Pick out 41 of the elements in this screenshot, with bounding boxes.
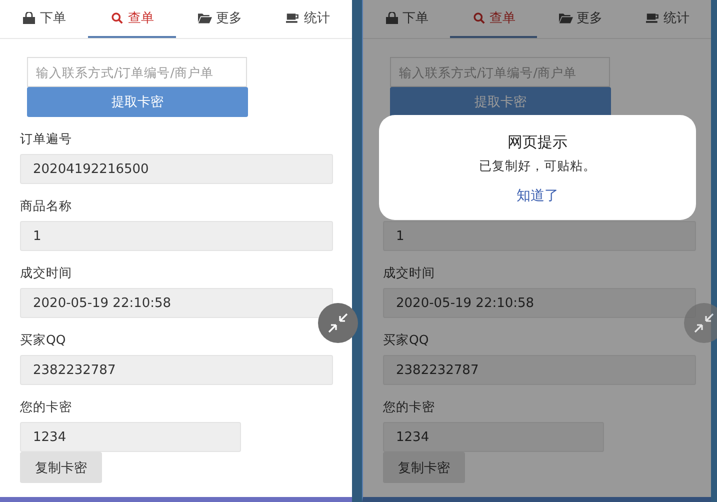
value-field[interactable]: 2382232787 (20, 355, 333, 385)
field-label: 商品名称 (20, 198, 72, 214)
field-label: 成交时间 (383, 264, 435, 282)
tab[interactable]: 下单 (0, 0, 88, 38)
collapse-button[interactable] (684, 303, 717, 343)
field-label: 成交时间 (20, 264, 72, 282)
tab[interactable]: 查单 (88, 0, 176, 38)
value-field[interactable]: 1234 (20, 422, 241, 452)
submit-button[interactable]: 提取卡密 (27, 87, 248, 117)
tab[interactable]: 统计 (264, 0, 352, 38)
field-label: 买家QQ (20, 332, 66, 348)
field-label: 您的卡密 (20, 398, 72, 416)
folder-icon (198, 12, 212, 24)
cup-icon (646, 12, 660, 24)
field-label: 订单遍号 (20, 130, 72, 148)
search-icon (472, 12, 486, 24)
cup-icon (286, 12, 300, 24)
value-field[interactable]: 1 (20, 221, 333, 251)
field-label: 买家QQ (383, 332, 429, 348)
tab[interactable]: 查单 (450, 0, 537, 38)
value-field[interactable]: 1234 (383, 422, 604, 452)
ok-button[interactable]: 知道了 (510, 185, 564, 207)
value-field[interactable]: 2020-05-19 22:10:58 (20, 288, 333, 318)
value-field[interactable]: 2382232787 (383, 355, 696, 385)
search-icon (110, 12, 124, 24)
field-label: 您的卡密 (383, 398, 435, 416)
search-field[interactable]: 输入联系方式/订单编号/商户单 (27, 57, 247, 87)
tab[interactable]: 更多 (176, 0, 264, 38)
tab[interactable]: 统计 (624, 0, 711, 38)
tab[interactable]: 下单 (363, 0, 450, 38)
folder-icon (558, 12, 572, 24)
copy-button[interactable]: 复制卡密 (383, 452, 465, 483)
copy-button[interactable]: 复制卡密 (20, 452, 102, 483)
search-field[interactable]: 输入联系方式/订单编号/商户单 (390, 57, 610, 87)
dialog-title: 网页提示 (508, 133, 568, 152)
value-field[interactable]: 1 (383, 221, 696, 251)
value-field[interactable]: 20204192216500 (20, 154, 333, 184)
tab[interactable]: 更多 (537, 0, 624, 38)
collapse-button[interactable] (318, 303, 358, 343)
dialog-message: 已复制好，可贴粘。 (479, 158, 596, 175)
value-field[interactable]: 2020-05-19 22:10:58 (383, 288, 696, 318)
